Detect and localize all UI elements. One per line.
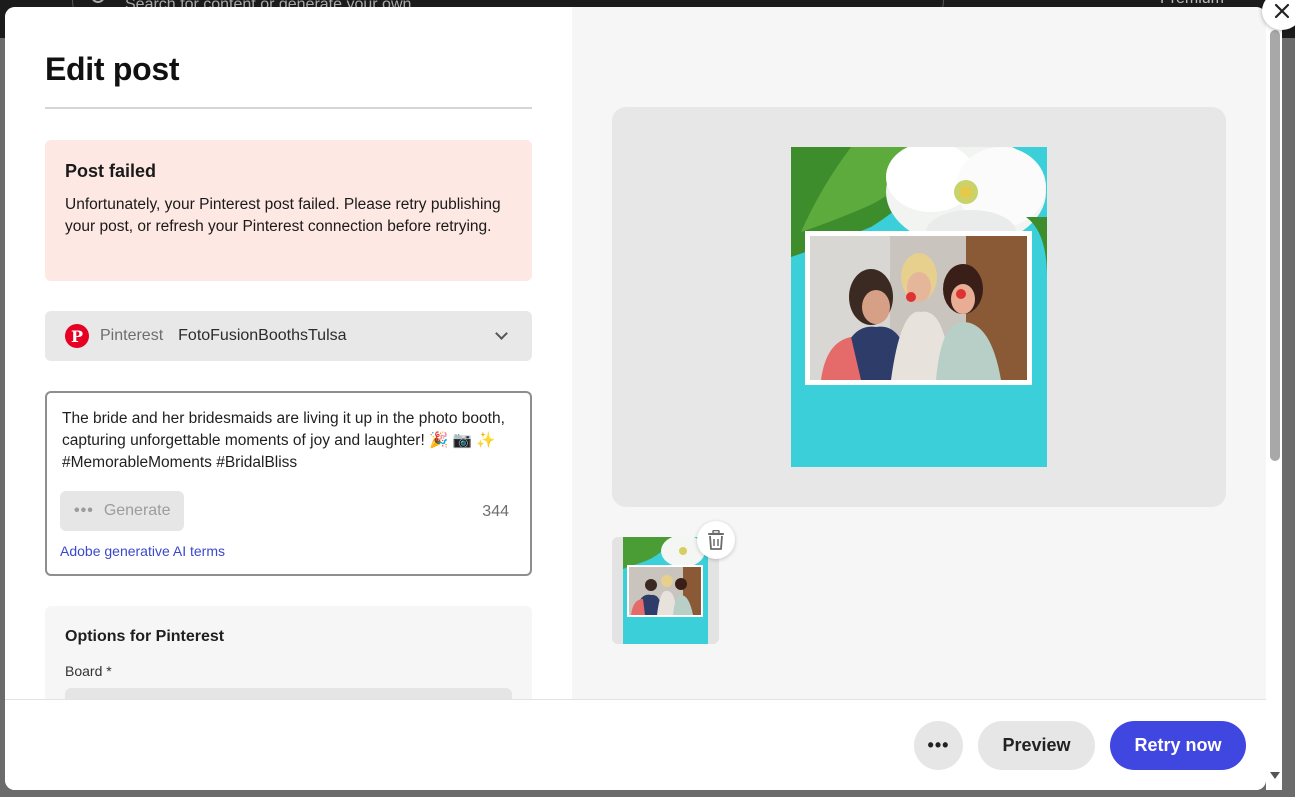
account-name: FotoFusionBoothsTulsa: [178, 327, 347, 344]
title-divider: [45, 107, 532, 109]
edit-form-pane: Edit post Post failed Unfortunately, you…: [5, 7, 572, 699]
edit-post-modal: Edit post Post failed Unfortunately, you…: [5, 7, 1266, 790]
caption-text[interactable]: The bride and her bridesmaids are living…: [62, 408, 512, 474]
page-title: Edit post: [45, 51, 180, 87]
account-platform: Pinterest: [100, 327, 164, 344]
character-count: 344: [482, 503, 509, 520]
post-preview-card: [612, 107, 1226, 507]
alert-title: Post failed: [65, 161, 157, 181]
board-select[interactable]: [65, 688, 512, 699]
preview-button[interactable]: Preview: [978, 721, 1095, 770]
pinterest-options: Options for Pinterest Board *: [45, 606, 532, 699]
board-label: Board *: [65, 663, 112, 679]
preview-pane: [572, 7, 1266, 699]
generate-button[interactable]: ••• Generate: [60, 491, 184, 531]
more-options-button[interactable]: •••: [914, 721, 963, 770]
retry-now-button[interactable]: Retry now: [1110, 721, 1246, 770]
chevron-down-icon: [495, 327, 508, 340]
scrollbar-thumb[interactable]: [1270, 30, 1280, 461]
options-title: Options for Pinterest: [65, 628, 225, 645]
loading-dots-icon: •••: [74, 502, 94, 519]
search-icon: [91, 0, 105, 3]
modal-footer: ••• Preview Retry now: [5, 699, 1266, 790]
close-icon: [1274, 3, 1290, 19]
caption-editor[interactable]: The bride and her bridesmaids are living…: [45, 391, 532, 576]
thumbnail-image: [623, 537, 708, 644]
account-selector[interactable]: P Pinterest FotoFusionBoothsTulsa: [45, 311, 532, 361]
scroll-down-arrow-icon[interactable]: [1270, 772, 1280, 779]
pinterest-logo-icon: P: [65, 324, 89, 348]
generate-label: Generate: [103, 502, 171, 519]
post-image: [791, 147, 1047, 467]
post-failed-alert: Post failed Unfortunately, your Pinteres…: [45, 140, 532, 281]
ai-terms-link[interactable]: Adobe generative AI terms: [60, 543, 225, 559]
alert-message: Unfortunately, your Pinterest post faile…: [65, 196, 501, 235]
delete-image-button[interactable]: [697, 521, 735, 559]
trash-icon: [708, 530, 724, 550]
